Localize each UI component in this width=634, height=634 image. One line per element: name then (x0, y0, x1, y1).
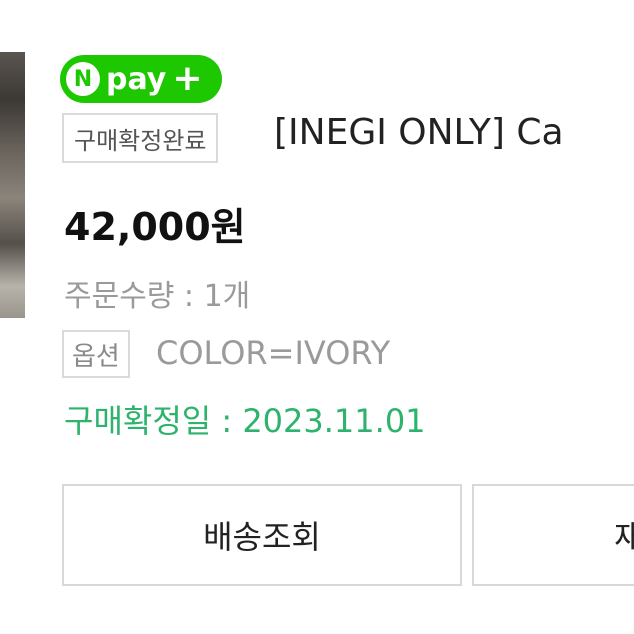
product-thumbnail[interactable] (0, 52, 25, 318)
npay-plus-logo-icon: N pay + (60, 55, 222, 103)
product-title[interactable]: [INEGI ONLY] Ca (274, 112, 564, 153)
repurchase-button[interactable]: 재 (472, 484, 634, 586)
track-delivery-button[interactable]: 배송조회 (62, 484, 462, 586)
option-value: COLOR=IVORY (156, 334, 391, 372)
npay-label: pay (106, 61, 167, 97)
product-price: 42,000원 (64, 205, 246, 249)
plus-icon: + (172, 58, 203, 99)
order-quantity: 주문수량 : 1개 (64, 279, 251, 314)
status-badge: 구매확정완료 (62, 113, 219, 163)
option-label-badge: 옵션 (62, 330, 130, 378)
purchase-confirm-date: 구매확정일 : 2023.11.01 (64, 402, 426, 440)
npay-n-mark: N (66, 62, 100, 96)
order-item-card: N pay + 구매확정완료 [INEGI ONLY] Ca 42,000원 주… (0, 0, 634, 634)
